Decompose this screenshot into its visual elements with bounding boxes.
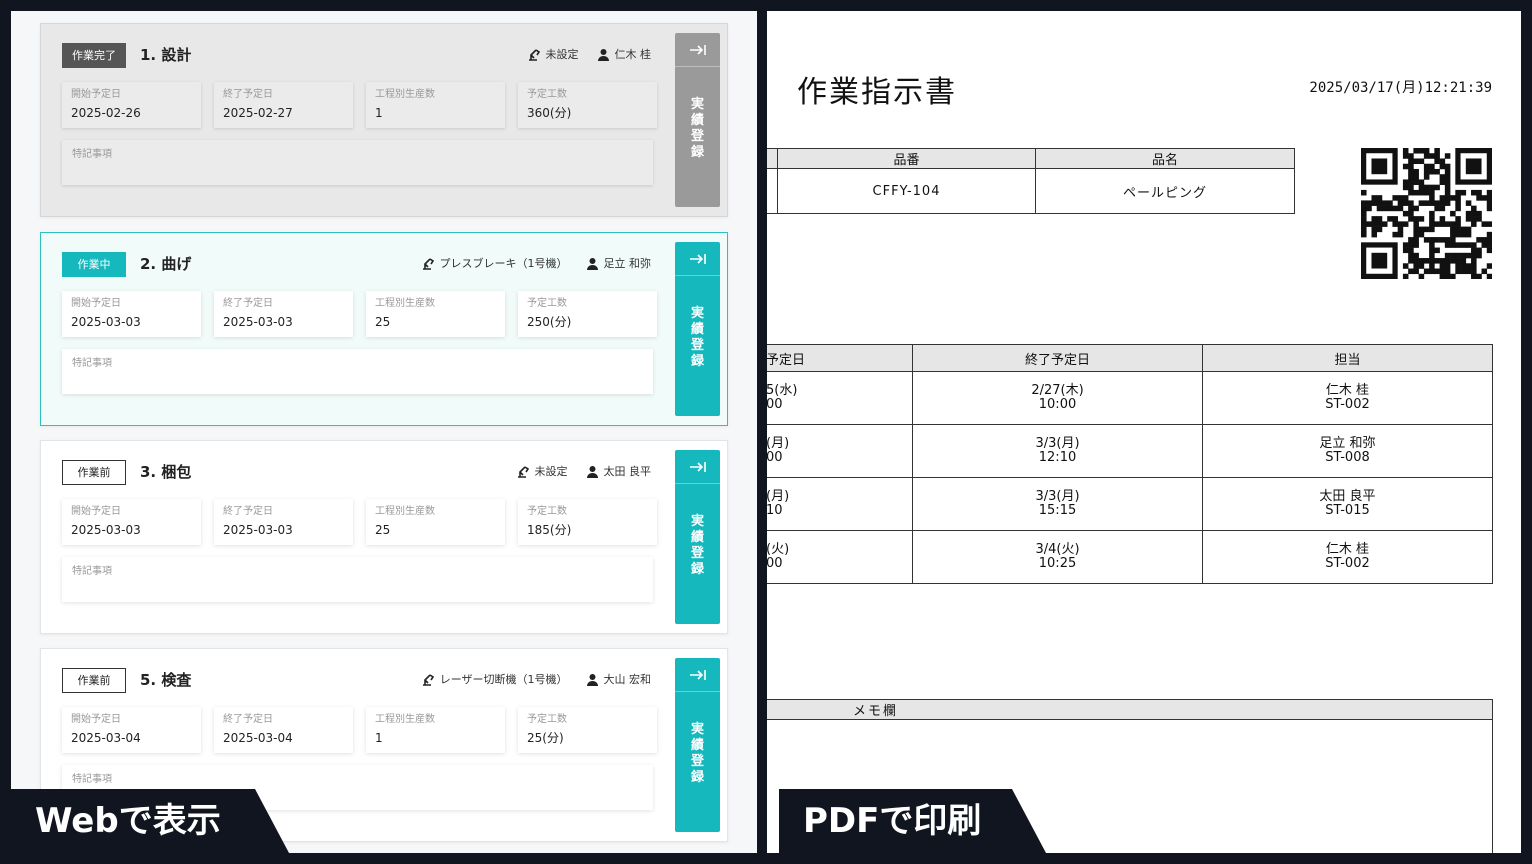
process-card-2: 作業中 2. 曲げ プレスブレーキ（1号機） 足立 和弥 開始予定日 2025-0…: [40, 232, 728, 426]
register-label: 実績登録: [690, 514, 704, 577]
quantity-field: 工程別生産数 1: [366, 82, 505, 128]
person-icon: [597, 48, 609, 61]
hours-field: 予定工数 360(分): [518, 82, 657, 128]
process-title: 3. 梱包: [140, 463, 192, 481]
process-card-3: 作業前 3. 梱包 未設定 太田 良平 開始予定日 2025-03-03 終了予定…: [40, 440, 728, 634]
machine-info: レーザー切断機（1号機）: [421, 671, 568, 687]
memo-field[interactable]: 特記事項: [62, 140, 653, 185]
product-header-clipped: [767, 148, 778, 169]
machine-info: プレスブレーキ（1号機）: [421, 255, 568, 271]
person-icon: [586, 257, 598, 270]
card-fields: 開始予定日 2025-02-26 終了予定日 2025-02-27 工程別生産数 1 …: [62, 82, 657, 128]
worker-info: 大山 宏和: [586, 671, 652, 687]
start-date-field: 開始予定日 2025-03-03: [62, 291, 201, 337]
product-name-value: ペールピング: [1035, 168, 1295, 214]
card-meta: 未設定 仁木 桂: [509, 46, 652, 62]
status-badge: 作業中: [62, 252, 126, 277]
worker-info: 仁木 桂: [597, 46, 652, 62]
worker-name: 大山 宏和: [603, 673, 652, 686]
quantity-field: 工程別生産数 1: [366, 707, 505, 753]
owner-header: 担当: [1202, 344, 1493, 372]
machine-icon: [528, 49, 540, 61]
web-view-panel: 作業完了 1. 設計 未設定 仁木 桂 開始予定日 2025-02-26 終了予定…: [11, 11, 757, 853]
worker-name: 足立 和弥: [603, 257, 652, 270]
machine-name: 未設定: [545, 48, 579, 61]
machine-name: レーザー切断機（1号機）: [439, 673, 568, 686]
register-result-button[interactable]: 実績登録: [675, 33, 720, 207]
schedule-table: 予定日 終了予定日 担当 5(水) 00 2/27(木) 10:00 仁木 桂 ST-…: [767, 344, 1493, 584]
register-result-button[interactable]: 実績登録: [675, 450, 720, 624]
qr-code: [1361, 148, 1492, 279]
worker-info: 足立 和弥: [586, 255, 652, 271]
start-date-field: 開始予定日 2025-03-03: [62, 499, 201, 545]
worker-name: 仁木 桂: [614, 48, 652, 61]
register-label: 実績登録: [690, 97, 704, 160]
web-display-label: Webで表示: [11, 789, 289, 853]
card-meta: 未設定 太田 良平: [498, 463, 652, 479]
table-row: (月) 00 3/3(月) 12:10 足立 和弥 ST-008: [767, 424, 1493, 478]
machine-info: 未設定: [527, 46, 579, 62]
process-title: 5. 検査: [140, 671, 192, 689]
register-result-button[interactable]: 実績登録: [675, 242, 720, 416]
start-date-field: 開始予定日 2025-02-26: [62, 82, 201, 128]
end-date-field: 終了予定日 2025-03-03: [214, 291, 353, 337]
register-label: 実績登録: [690, 722, 704, 785]
print-datetime: 2025/03/17(月)12:21:39: [1309, 80, 1492, 96]
person-icon: [586, 673, 598, 686]
status-badge: 作業前: [62, 460, 126, 485]
part-no-header: 品番: [777, 148, 1036, 169]
hours-field: 予定工数 185(分): [518, 499, 657, 545]
memo-field[interactable]: 特記事項: [62, 349, 653, 394]
machine-name: プレスブレーキ（1号機）: [439, 257, 568, 270]
process-title: 1. 設計: [140, 46, 192, 64]
card-fields: 開始予定日 2025-03-03 終了予定日 2025-03-03 工程別生産数 25…: [62, 499, 657, 545]
arrow-right-bar-icon: [689, 669, 706, 680]
status-badge: 作業完了: [62, 43, 126, 68]
card-fields: 開始予定日 2025-03-03 終了予定日 2025-03-03 工程別生産数 25…: [62, 291, 657, 337]
register-result-button[interactable]: 実績登録: [675, 658, 720, 832]
register-label: 実績登録: [690, 306, 704, 369]
document-title: 作業指示書: [797, 75, 957, 110]
arrow-right-bar-icon: [689, 44, 706, 55]
card-fields: 開始予定日 2025-03-04 終了予定日 2025-03-04 工程別生産数 1 …: [62, 707, 657, 753]
table-row: 5(水) 00 2/27(木) 10:00 仁木 桂 ST-002: [767, 371, 1493, 425]
process-card-1: 作業完了 1. 設計 未設定 仁木 桂 開始予定日 2025-02-26 終了予定…: [40, 23, 728, 217]
person-icon: [586, 465, 598, 478]
product-table: 品番 品名 CFFY-104 ペールピング: [767, 148, 1295, 214]
table-row: (月) 10 3/3(月) 15:15 太田 良平 ST-015: [767, 477, 1493, 531]
status-badge: 作業前: [62, 668, 126, 693]
machine-icon: [422, 258, 434, 270]
start-header: 予定日: [767, 344, 913, 372]
machine-icon: [422, 674, 434, 686]
machine-info: 未設定: [516, 463, 568, 479]
arrow-right-bar-icon: [689, 253, 706, 264]
product-name-header: 品名: [1035, 148, 1295, 169]
part-no-value: CFFY-104: [777, 168, 1036, 214]
memo-header: メモ欄: [767, 699, 1493, 720]
start-date-field: 開始予定日 2025-03-04: [62, 707, 201, 753]
hours-field: 予定工数 25(分): [518, 707, 657, 753]
end-header: 終了予定日: [912, 344, 1203, 372]
table-row: (火) 00 3/4(火) 10:25 仁木 桂 ST-002: [767, 530, 1493, 584]
memo-field[interactable]: 特記事項: [62, 557, 653, 602]
card-meta: レーザー切断機（1号機） 大山 宏和: [403, 671, 651, 687]
quantity-field: 工程別生産数 25: [366, 499, 505, 545]
pdf-view-panel: 作業指示書 2025/03/17(月)12:21:39 品番 品名 CFFY-1…: [767, 11, 1521, 853]
card-meta: プレスブレーキ（1号機） 足立 和弥: [403, 255, 652, 271]
machine-name: 未設定: [534, 465, 568, 478]
worker-info: 太田 良平: [586, 463, 652, 479]
machine-icon: [517, 466, 529, 478]
arrow-right-bar-icon: [689, 461, 706, 472]
pdf-print-label: PDFで印刷: [779, 789, 1046, 853]
quantity-field: 工程別生産数 25: [366, 291, 505, 337]
hours-field: 予定工数 250(分): [518, 291, 657, 337]
worker-name: 太田 良平: [603, 465, 652, 478]
process-title: 2. 曲げ: [140, 255, 192, 273]
end-date-field: 終了予定日 2025-02-27: [214, 82, 353, 128]
end-date-field: 終了予定日 2025-03-04: [214, 707, 353, 753]
end-date-field: 終了予定日 2025-03-03: [214, 499, 353, 545]
